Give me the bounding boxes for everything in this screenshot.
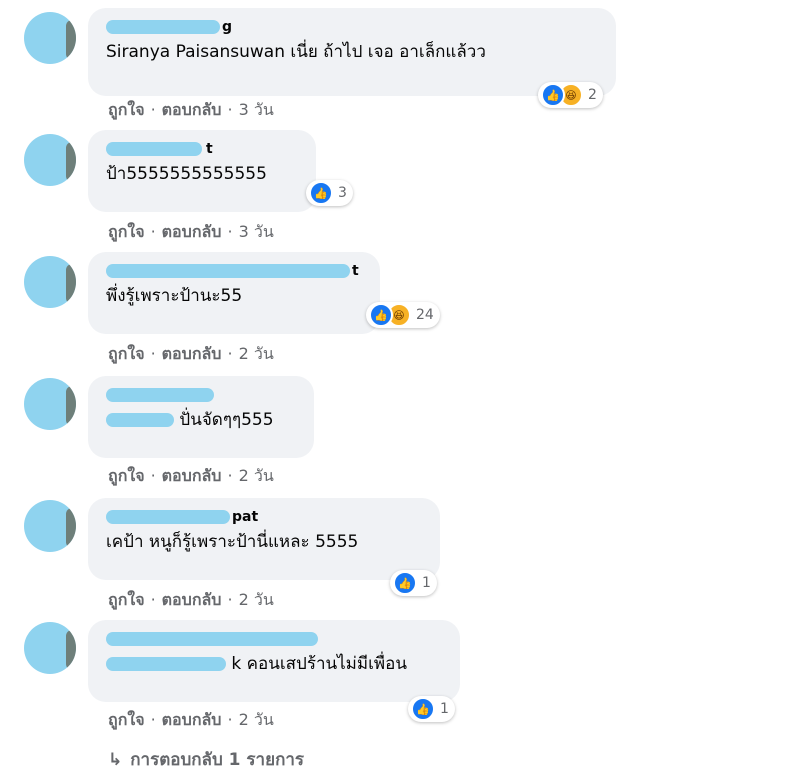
view-replies-label: การตอบกลับ 1 รายการ bbox=[130, 750, 305, 770]
separator-dot: · bbox=[227, 222, 233, 241]
reaction-summary[interactable]: 👍 1 bbox=[408, 696, 455, 722]
avatar[interactable] bbox=[24, 622, 76, 674]
comment-actions: ถูกใจ · ตอบกลับ · 2 วัน bbox=[108, 708, 274, 733]
comment-bubble: pat เคป้า หนูก็รู้เพราะป้านี่แหละ 5555 bbox=[88, 498, 440, 580]
separator-dot: · bbox=[150, 344, 156, 363]
like-link[interactable]: ถูกใจ bbox=[108, 100, 145, 119]
name-redaction bbox=[106, 264, 350, 278]
separator-dot: · bbox=[227, 466, 233, 485]
commenter-name[interactable] bbox=[106, 630, 446, 648]
commenter-name[interactable]: t bbox=[106, 140, 302, 158]
like-link[interactable]: ถูกใจ bbox=[108, 590, 145, 609]
reply-link[interactable]: ตอบกลับ bbox=[162, 466, 222, 485]
like-link[interactable]: ถูกใจ bbox=[108, 710, 145, 729]
reaction-count: 1 bbox=[440, 701, 449, 717]
avatar[interactable] bbox=[24, 500, 76, 552]
comment-actions: ถูกใจ · ตอบกลับ · 3 วัน bbox=[108, 220, 274, 245]
like-icon: 👍 bbox=[369, 303, 393, 327]
reaction-count: 1 bbox=[422, 575, 431, 591]
reaction-summary[interactable]: 👍 1 bbox=[390, 570, 437, 596]
separator-dot: · bbox=[227, 100, 233, 119]
commenter-name[interactable]: g bbox=[106, 18, 602, 36]
reply-link[interactable]: ตอบกลับ bbox=[162, 344, 222, 363]
separator-dot: · bbox=[150, 100, 156, 119]
avatar[interactable] bbox=[24, 256, 76, 308]
separator-dot: · bbox=[227, 590, 233, 609]
comment-text: ป้า5555555555555 bbox=[106, 164, 267, 184]
comment-text: k คอนเสปร้านไม่มีเพื่อน bbox=[106, 652, 446, 676]
comment-bubble: k คอนเสปร้านไม่มีเพื่อน bbox=[88, 620, 460, 702]
name-redaction bbox=[106, 20, 220, 34]
view-replies-link[interactable]: ↳ การตอบกลับ 1 รายการ bbox=[108, 746, 304, 773]
separator-dot: · bbox=[227, 710, 233, 729]
comment-actions: ถูกใจ · ตอบกลับ · 2 วัน bbox=[108, 588, 274, 613]
reply-link[interactable]: ตอบกลับ bbox=[162, 710, 222, 729]
comment-text: Siranya Paisansuwan เนี่ย ถ้าไป เจอ อาเล… bbox=[106, 42, 486, 62]
comment-bubble: g Siranya Paisansuwan เนี่ย ถ้าไป เจอ อา… bbox=[88, 8, 616, 96]
separator-dot: · bbox=[227, 344, 233, 363]
like-icon: 👍 bbox=[411, 697, 435, 721]
separator-dot: · bbox=[150, 710, 156, 729]
comment-bubble: t พึ่งรู้เพราะป้านะ55 bbox=[88, 252, 380, 334]
reaction-summary[interactable]: 👍 3 bbox=[306, 180, 353, 206]
like-link[interactable]: ถูกใจ bbox=[108, 466, 145, 485]
avatar[interactable] bbox=[24, 134, 76, 186]
reaction-summary[interactable]: 👍 😆 2 bbox=[538, 82, 603, 108]
reaction-count: 3 bbox=[338, 185, 347, 201]
like-link[interactable]: ถูกใจ bbox=[108, 222, 145, 241]
like-icon: 👍 bbox=[309, 181, 333, 205]
commenter-name[interactable] bbox=[106, 386, 300, 404]
timestamp[interactable]: 2 วัน bbox=[239, 710, 274, 729]
name-redaction bbox=[106, 632, 318, 646]
timestamp[interactable]: 3 วัน bbox=[239, 100, 274, 119]
avatar[interactable] bbox=[24, 378, 76, 430]
comment-text: ปั่นจัดๆๆ555 bbox=[106, 408, 300, 432]
like-icon: 👍 bbox=[393, 571, 417, 595]
separator-dot: · bbox=[150, 466, 156, 485]
comment-actions: ถูกใจ · ตอบกลับ · 2 วัน bbox=[108, 464, 274, 489]
comment-text: เคป้า หนูก็รู้เพราะป้านี่แหละ 5555 bbox=[106, 532, 359, 552]
comment-actions: ถูกใจ · ตอบกลับ · 3 วัน bbox=[108, 98, 274, 123]
like-link[interactable]: ถูกใจ bbox=[108, 344, 145, 363]
reply-arrow-icon: ↳ bbox=[108, 750, 123, 770]
commenter-name[interactable]: t bbox=[106, 262, 366, 280]
timestamp[interactable]: 2 วัน bbox=[239, 466, 274, 485]
timestamp[interactable]: 3 วัน bbox=[239, 222, 274, 241]
reaction-count: 2 bbox=[588, 87, 597, 103]
timestamp[interactable]: 2 วัน bbox=[239, 590, 274, 609]
name-redaction bbox=[106, 388, 214, 402]
separator-dot: · bbox=[150, 590, 156, 609]
comment-bubble: t ป้า5555555555555 bbox=[88, 130, 316, 212]
commenter-name[interactable]: pat bbox=[106, 508, 426, 526]
comment-text: พึ่งรู้เพราะป้านะ55 bbox=[106, 286, 243, 306]
name-redaction bbox=[106, 142, 202, 156]
reply-link[interactable]: ตอบกลับ bbox=[162, 590, 222, 609]
timestamp[interactable]: 2 วัน bbox=[239, 344, 274, 363]
like-icon: 👍 bbox=[541, 83, 565, 107]
comment-bubble: ปั่นจัดๆๆ555 bbox=[88, 376, 314, 458]
reply-link[interactable]: ตอบกลับ bbox=[162, 100, 222, 119]
reaction-count: 24 bbox=[416, 307, 434, 323]
reply-link[interactable]: ตอบกลับ bbox=[162, 222, 222, 241]
text-redaction bbox=[106, 413, 174, 427]
comment-actions: ถูกใจ · ตอบกลับ · 2 วัน bbox=[108, 342, 274, 367]
name-redaction bbox=[106, 510, 230, 524]
text-redaction bbox=[106, 657, 226, 671]
reaction-summary[interactable]: 👍 😆 24 bbox=[366, 302, 440, 328]
separator-dot: · bbox=[150, 222, 156, 241]
avatar[interactable] bbox=[24, 12, 76, 64]
